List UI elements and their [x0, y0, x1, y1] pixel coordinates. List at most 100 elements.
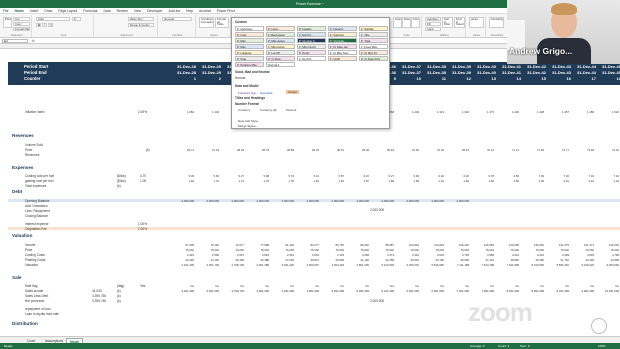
format-button[interactable]: Format: [411, 17, 420, 28]
cell-style-option[interactable]: F: Subtitle: [359, 26, 388, 31]
webcam-person-hair: [551, 3, 577, 15]
currency-0-style[interactable]: Currency [0]: [260, 108, 276, 112]
valuation-cell: 76,002: [185, 248, 194, 252]
cell-style-option[interactable]: F: Mkp Numb.: [297, 44, 326, 49]
paste-button[interactable]: Paste: [3, 17, 12, 28]
hyperlink-style[interactable]: Hyperlink: [260, 91, 273, 95]
underline-button[interactable]: U: [48, 23, 53, 27]
cell-style-option[interactable]: F: Mkp Active: [266, 44, 295, 49]
followed-hyperlink-style[interactable]: Followed Hyp...: [238, 91, 259, 95]
cell-style-option[interactable]: F: Ct Date Jan: [328, 44, 357, 49]
copy-button[interactable]: Copy: [13, 22, 30, 26]
cell-style-option[interactable]: P: Partition Mkp: [235, 62, 264, 67]
valuation-total-cell: 5,816,060: [431, 263, 444, 267]
cell-style-option[interactable]: P: Hard Dat...: [235, 26, 264, 31]
fill-button[interactable]: Fill: [425, 22, 441, 26]
cell-style-option[interactable]: P: Total: [359, 38, 388, 43]
percent-style[interactable]: Percent: [286, 108, 296, 112]
sale-flag-label: Sale flag: [25, 284, 38, 288]
cell-style-option[interactable]: P: Prolly: [297, 50, 326, 55]
period-end-label: Period End: [24, 70, 47, 75]
clear-button[interactable]: Clear: [425, 27, 441, 31]
valuation-cell: 82,077: [310, 243, 319, 247]
revenue-cell: 28.91: [462, 148, 469, 152]
name-box[interactable]: E4: [2, 39, 28, 43]
insert-button[interactable]: Insert: [393, 17, 402, 28]
format-painter-button[interactable]: Format Painter: [13, 27, 30, 31]
cell-style-option[interactable]: P: Mkp: [235, 38, 264, 43]
valuation-cell: 2,491: [187, 253, 194, 257]
interest-expense-label: Interest expense: [25, 222, 49, 226]
cell-style-option[interactable]: F: Backspace: [266, 32, 295, 37]
sale-flag-cell: No: [490, 284, 494, 288]
conditional-formatting-button[interactable]: Conditional Formatting: [199, 17, 214, 28]
valuation-cell: 86,002: [360, 243, 369, 247]
valuation-cell: 4,399: [562, 253, 569, 257]
cell-style-option[interactable]: F: Ct Mkp Pc: [359, 50, 388, 55]
sale-value-cell: 4,991,099: [306, 289, 319, 293]
cell-style-option[interactable]: F: Title: [359, 32, 388, 37]
cell-style-option[interactable]: P: Ltd Off: [266, 50, 295, 55]
merge-center-button[interactable]: Merge & Center: [128, 23, 154, 27]
cell-style-option[interactable]: P: Ct Row: [266, 56, 295, 61]
cell-style-option[interactable]: F: Subtotal: [328, 32, 357, 37]
sheet-tab-bar: Cover Assumptions Model: [0, 336, 620, 345]
cell-style-option[interactable]: P: Mkp: [235, 44, 264, 49]
sale-value-row: 3,491,099 3,491,099 3,798,729 3,991,099 4,49…: [170, 289, 620, 293]
valuation-cell: 33,524: [410, 258, 419, 262]
format-as-table-button[interactable]: Format as Table: [215, 17, 229, 28]
cell-style-option[interactable]: F: Integrity: [328, 26, 357, 31]
expense-cell: 1.81: [313, 179, 319, 183]
ideas-button[interactable]: Ideas: [469, 17, 484, 28]
expense-cell: 7.34: [613, 174, 619, 178]
currency-style[interactable]: Currency: [238, 108, 250, 112]
header-counter-cell: 1: [193, 76, 196, 81]
cell-style-option[interactable]: Normal 2: [266, 62, 295, 67]
cell-style-option[interactable]: P: Topnottu...: [328, 38, 357, 43]
cell-style-option[interactable]: P: Ct Date Rnd: [359, 56, 388, 61]
valuation-cell: 41,781: [560, 258, 569, 262]
merge-styles-menu-item[interactable]: Merge Styles...: [238, 124, 258, 128]
font-size-select[interactable]: 8: [72, 17, 81, 21]
normal-style[interactable]: Normal: [235, 76, 245, 80]
sensitivity-button[interactable]: Sensitivity: [489, 17, 504, 28]
valuation-cell: 4,798: [612, 253, 619, 257]
italic-button[interactable]: I: [42, 23, 47, 27]
wrap-text-button[interactable]: Wrap Text: [128, 17, 154, 21]
cell-style-option[interactable]: P: Pale: [235, 56, 264, 61]
fx-icon: fx: [32, 39, 35, 43]
sale-value-cell: 9,991,099: [581, 289, 594, 293]
expense-row-1: 5.36 5.96 5.37 5.98 5.79 5.01 5.87 6.16 6.27 6.30…: [170, 174, 620, 178]
inflation-label: Inflation index: [25, 110, 45, 114]
find-select-button[interactable]: Find & Select: [454, 17, 465, 28]
sale-flag-cell: No: [240, 284, 244, 288]
cell-style-option[interactable]: P: Number F...: [297, 38, 326, 43]
cell-style-option[interactable]: F: Nel Pct: [297, 56, 326, 61]
cut-button[interactable]: Cut: [13, 17, 30, 21]
cell-style-option[interactable]: F: Hdr Fit...: [297, 32, 326, 37]
cell-style-option[interactable]: P: Inptc: [235, 32, 264, 37]
delete-button[interactable]: Delete: [402, 17, 411, 28]
new-cell-style-menu-item[interactable]: New Cell Style...: [238, 119, 260, 123]
cell-style-option[interactable]: F: OutB: [328, 56, 357, 61]
autosum-button[interactable]: AutoSum: [425, 17, 441, 21]
sort-filter-button[interactable]: Sort & Filter: [442, 17, 453, 28]
header-end-cell: 31-Dec-39: [452, 70, 471, 75]
cell-style-option[interactable]: F: Fixed Mkp: [359, 44, 388, 49]
output-style[interactable]: Output: [286, 90, 300, 94]
debt-cell: 2,000,000: [456, 199, 469, 203]
cell-style-option[interactable]: F: Ct Mkp Num: [328, 50, 357, 55]
cell-style-option[interactable]: P: Lnkarget: [235, 50, 264, 55]
cell-style-option[interactable]: P: Header: [297, 26, 326, 31]
app-root: Power Exercise ~ File Home Insert Draw Page …: [0, 0, 620, 349]
ideas-group-label: Ideas: [473, 33, 480, 37]
valuation-cell: 2,596: [212, 253, 219, 257]
zoom-level[interactable]: 100%: [598, 344, 606, 348]
number-format-select[interactable]: General: [162, 17, 192, 21]
status-average: Average: 0: [470, 344, 485, 348]
header-start-cell: 31-Dec-28: [177, 64, 196, 69]
cell-style-option[interactable]: P: Mkp Active: [266, 38, 295, 43]
cell-style-option[interactable]: P: Hard...: [266, 26, 295, 31]
bold-button[interactable]: B: [36, 23, 41, 27]
font-name-select[interactable]: Arial: [36, 17, 70, 21]
